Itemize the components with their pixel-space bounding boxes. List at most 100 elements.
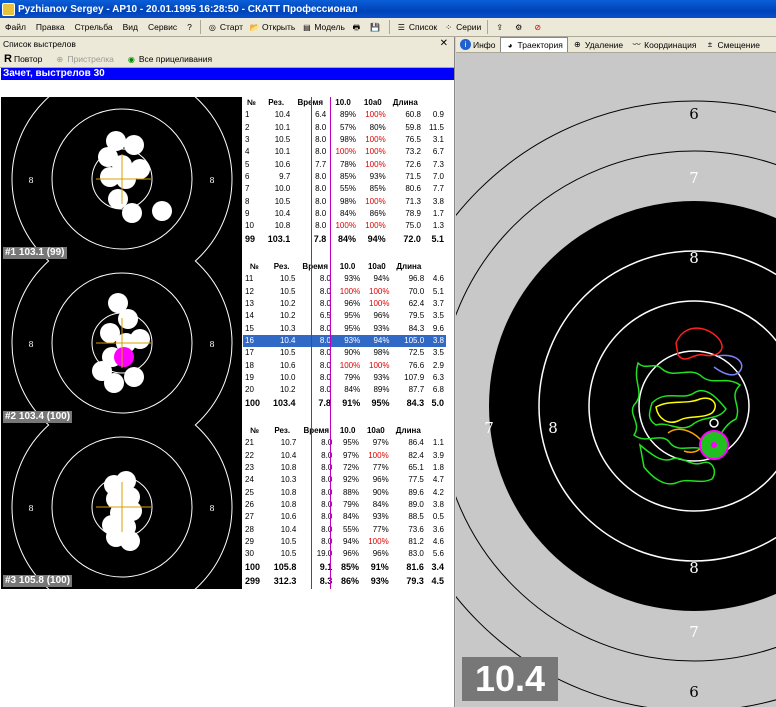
table-row[interactable]: 7 10.0 8.0 55% 85% 80.6 7.7 bbox=[243, 183, 446, 195]
menu-edit[interactable]: Правка bbox=[31, 18, 70, 37]
table-row[interactable]: 15 10.3 8.0 95% 93% 84.3 9.6 bbox=[243, 322, 446, 334]
column-header[interactable]: № bbox=[243, 261, 266, 273]
menu-service[interactable]: Сервис bbox=[143, 18, 182, 37]
series-target[interactable]: 8 8 #3 105.8 (100) bbox=[1, 425, 242, 589]
start-button[interactable]: ◎ Старт bbox=[204, 18, 246, 37]
column-header[interactable]: Длина bbox=[388, 97, 423, 109]
table-row[interactable]: 1 10.4 6.4 89% 100% 60.8 0.9 bbox=[243, 109, 446, 121]
column-header[interactable]: 10.0 bbox=[333, 261, 362, 273]
tab-coordination[interactable]: 〰 Координация bbox=[627, 37, 700, 52]
shot-hole[interactable] bbox=[120, 531, 140, 551]
menu-file[interactable]: Файл bbox=[0, 18, 31, 37]
table-row[interactable]: 16 10.4 8.0 93% 94% 105.0 3.8 bbox=[243, 334, 446, 348]
table-row[interactable]: 19 10.0 8.0 79% 93% 107.9 6.3 bbox=[243, 372, 446, 384]
table-row[interactable]: 30 10.5 19.0 96% 96% 83.0 5.6 bbox=[243, 548, 446, 560]
table-cell: 100% bbox=[365, 159, 386, 169]
table-row[interactable]: 29 10.5 8.0 94% 100% 81.2 4.6 bbox=[243, 536, 446, 548]
shot-hole[interactable] bbox=[130, 329, 150, 349]
table-row[interactable]: 10 10.8 8.0 100% 100% 75.0 1.3 bbox=[243, 220, 446, 232]
repeat-icon: R bbox=[4, 53, 12, 65]
column-header[interactable]: Время bbox=[298, 261, 333, 273]
column-header[interactable]: 10a0 bbox=[358, 97, 388, 109]
table-cell: 8.0 bbox=[319, 299, 331, 309]
table-row[interactable]: 5 10.6 7.7 78% 100% 72.6 7.3 bbox=[243, 158, 446, 170]
sighting-button[interactable]: ⊕ Пристрелка bbox=[54, 54, 114, 65]
table-row[interactable]: 21 10.7 8.0 95% 97% 86.4 1.1 bbox=[243, 437, 446, 449]
shot-hole[interactable] bbox=[122, 203, 142, 223]
menu-help[interactable]: ? bbox=[182, 18, 197, 37]
open-button[interactable]: 📂 Открыть bbox=[246, 18, 298, 37]
table-row[interactable]: 27 10.6 8.0 84% 93% 88.5 0.5 bbox=[243, 511, 446, 523]
toolbar-separator bbox=[388, 20, 390, 34]
table-row[interactable]: 6 9.7 8.0 85% 93% 71.5 7.0 bbox=[243, 171, 446, 183]
repeat-button[interactable]: R Повтор bbox=[4, 53, 42, 65]
shot-hole[interactable] bbox=[130, 159, 150, 179]
series-target[interactable]: 8 8 #1 103.1 (99) bbox=[1, 97, 242, 261]
table-row[interactable]: 17 10.5 8.0 90% 98% 72.5 3.5 bbox=[243, 347, 446, 359]
table-row[interactable]: 2 10.1 8.0 57% 80% 59.8 11.5 bbox=[243, 122, 446, 134]
table-cell: 57% bbox=[339, 122, 356, 132]
column-header[interactable]: Время bbox=[298, 425, 334, 437]
shot-hole[interactable] bbox=[124, 135, 144, 155]
shot-hole[interactable] bbox=[118, 309, 138, 329]
table-row[interactable]: 28 10.4 8.0 55% 77% 73.6 3.6 bbox=[243, 523, 446, 535]
menu-view[interactable]: Вид bbox=[118, 18, 143, 37]
print-button[interactable]: 🖶 bbox=[348, 18, 367, 37]
table-row[interactable]: 12 10.5 8.0 100% 100% 70.0 5.1 bbox=[243, 286, 446, 298]
current-score: 10.4 bbox=[462, 657, 558, 701]
column-header[interactable]: Рез. bbox=[266, 261, 298, 273]
tab-trajectory[interactable]: ◕ Траектория bbox=[499, 37, 568, 52]
column-header[interactable]: 10.0 bbox=[334, 425, 361, 437]
column-header[interactable]: № bbox=[243, 97, 260, 109]
menu-shooting[interactable]: Стрельба bbox=[70, 18, 118, 37]
column-header[interactable]: 10a0 bbox=[362, 261, 391, 273]
table-row[interactable]: 3 10.5 8.0 98% 100% 76.5 3.1 bbox=[243, 134, 446, 146]
series-target[interactable]: 8 8 #2 103.4 (100) bbox=[1, 261, 242, 425]
close-icon[interactable]: ✕ bbox=[440, 37, 448, 51]
table-cell: 100% bbox=[365, 110, 386, 120]
table-row[interactable]: 9 10.4 8.0 84% 86% 78.9 1.7 bbox=[243, 208, 446, 220]
table-row[interactable]: 20 10.2 8.0 84% 89% 87.7 6.8 bbox=[243, 384, 446, 396]
column-header[interactable]: Рез. bbox=[260, 97, 292, 109]
shot-hole[interactable] bbox=[152, 201, 172, 221]
table-row[interactable]: 22 10.4 8.0 97% 100% 82.4 3.9 bbox=[243, 450, 446, 462]
shot-hole[interactable] bbox=[104, 373, 124, 393]
table-row[interactable]: 8 10.5 8.0 98% 100% 71.3 3.8 bbox=[243, 195, 446, 207]
tab-offset[interactable]: ± Смещение bbox=[700, 37, 764, 52]
save-button[interactable]: 💾 bbox=[367, 18, 386, 37]
column-header[interactable]: 10a0 bbox=[361, 425, 391, 437]
table-row[interactable]: 4 10.1 8.0 100% 100% 73.2 6.7 bbox=[243, 146, 446, 158]
table-row[interactable]: 26 10.8 8.0 79% 84% 89.0 3.8 bbox=[243, 499, 446, 511]
tab-distance[interactable]: ⊕ Удаление bbox=[568, 37, 627, 52]
table-cell: 6.8 bbox=[432, 385, 444, 395]
column-header[interactable]: Длина bbox=[391, 425, 426, 437]
list-button[interactable]: ☰ Список bbox=[393, 18, 440, 37]
column-header[interactable]: № bbox=[243, 425, 266, 437]
table-row[interactable]: 11 10.5 8.0 93% 94% 96.8 4.6 bbox=[243, 273, 446, 285]
all-aims-button[interactable]: ◉ Все прицеливания bbox=[126, 54, 212, 65]
column-header[interactable]: 10.0 bbox=[328, 97, 358, 109]
tab-info[interactable]: i Инфо bbox=[456, 37, 500, 52]
table-row[interactable]: 24 10.3 8.0 92% 96% 77.5 4.7 bbox=[243, 474, 446, 486]
table-cell: 4.6 bbox=[432, 274, 444, 284]
start-icon: ◎ bbox=[208, 22, 216, 32]
table-cell: 3.5 bbox=[432, 311, 444, 321]
table-cell: 100% bbox=[339, 286, 361, 296]
table-row[interactable]: 14 10.2 6.5 95% 96% 79.5 3.5 bbox=[243, 310, 446, 322]
column-header[interactable]: Рез. bbox=[266, 425, 298, 437]
series-button[interactable]: ⁘ Серии bbox=[440, 18, 484, 37]
trajectory-target[interactable]: 6 6 7 7 7 8 8 8 10.4 bbox=[456, 53, 776, 707]
table-row[interactable]: 13 10.2 8.0 96% 100% 62.4 3.7 bbox=[243, 298, 446, 310]
model-button[interactable]: ▤ Модель bbox=[298, 18, 348, 37]
settings-button[interactable]: ⚙ bbox=[510, 18, 529, 37]
table-cell: 8.0 bbox=[321, 475, 333, 485]
table-cell: 10.8 bbox=[280, 463, 297, 473]
shot-hole[interactable] bbox=[114, 347, 134, 367]
table-row[interactable]: 18 10.6 8.0 100% 100% 76.6 2.9 bbox=[243, 359, 446, 371]
table-row[interactable]: 23 10.8 8.0 72% 77% 65.1 1.8 bbox=[243, 462, 446, 474]
table-row[interactable]: 25 10.8 8.0 88% 90% 89.6 4.2 bbox=[243, 486, 446, 498]
export-button[interactable]: ⇪ bbox=[491, 18, 510, 37]
column-header[interactable]: Длина bbox=[392, 261, 427, 273]
sound-button[interactable]: ⊘ bbox=[529, 18, 548, 37]
shot-hole[interactable] bbox=[124, 367, 144, 387]
